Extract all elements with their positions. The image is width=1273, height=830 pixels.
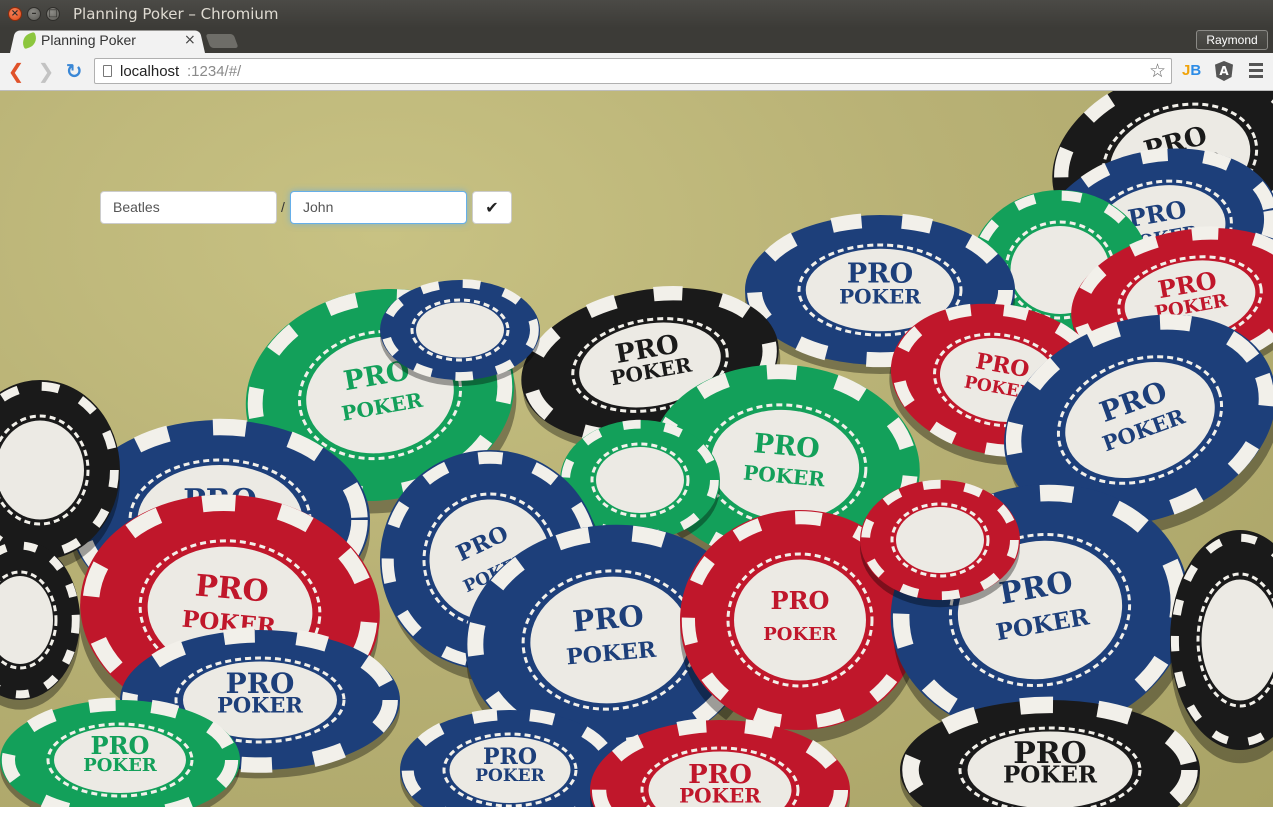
poker-chip <box>380 279 540 386</box>
back-button[interactable]: ❮ <box>4 59 28 83</box>
chip-text-poker: POKER <box>763 624 838 645</box>
chip-text-poker: POKER <box>679 784 761 807</box>
chip-text-pro: PRO <box>194 568 270 609</box>
chip-text-poker: POKER <box>475 766 545 786</box>
new-tab-button[interactable] <box>205 34 239 48</box>
team-input[interactable]: Beatles <box>100 191 277 224</box>
chip-text-pro: PRO <box>771 586 830 615</box>
window-minimize-button[interactable]: – <box>27 7 41 21</box>
leaf-favicon-icon <box>20 31 39 50</box>
chip-text-poker: POKER <box>83 755 158 776</box>
poker-chip <box>1170 530 1273 764</box>
url-path: :1234/#/ <box>187 63 242 80</box>
name-input[interactable]: John <box>290 191 467 224</box>
address-bar[interactable]: localhost :1234/#/ ☆ <box>94 58 1172 84</box>
minimize-icon: – <box>31 8 37 19</box>
poker-chip <box>860 479 1020 608</box>
url-host: localhost <box>120 63 180 80</box>
window-maximize-button[interactable]: □ <box>46 7 60 21</box>
chip-text-pro: PRO <box>571 599 645 639</box>
reload-button[interactable]: ↻ <box>62 59 86 83</box>
tab-title: Planning Poker <box>41 32 136 48</box>
maximize-icon: □ <box>48 8 58 19</box>
chip-text-poker: POKER <box>217 693 303 718</box>
tab-content[interactable]: Planning Poker × <box>20 30 202 52</box>
profile-button[interactable]: Raymond <box>1196 30 1268 50</box>
forward-button[interactable]: ❯ <box>34 59 58 83</box>
checkmark-icon: ✔ <box>485 198 499 217</box>
window-title: Planning Poker – Chromium <box>73 5 279 23</box>
jetbrains-b-text: B <box>1190 62 1202 79</box>
chip-text-poker: POKER <box>839 285 921 309</box>
angular-extension-icon[interactable]: A <box>1215 61 1233 81</box>
browser-toolbar: ❮ ❯ ↻ localhost :1234/#/ ☆ JB A <box>0 53 1273 91</box>
tab-close-button[interactable]: × <box>184 32 196 48</box>
window-bottom-edge <box>0 807 1273 830</box>
jetbrains-extension-icon[interactable]: JB <box>1182 62 1201 79</box>
window-titlebar: × – □ Planning Poker – Chromium <box>0 0 1273 28</box>
poker-chip <box>0 540 80 710</box>
close-icon: × <box>10 8 20 19</box>
chip-text-pro: PRO <box>752 428 821 465</box>
chip-text-poker: POKER <box>1003 762 1098 789</box>
page-icon <box>103 65 112 77</box>
bookmark-star-icon[interactable]: ☆ <box>1149 60 1166 82</box>
hamburger-menu-icon[interactable] <box>1249 63 1263 81</box>
team-name-separator: / <box>281 199 285 215</box>
window-close-button[interactable]: × <box>8 7 22 21</box>
submit-button[interactable]: ✔ <box>472 191 512 224</box>
